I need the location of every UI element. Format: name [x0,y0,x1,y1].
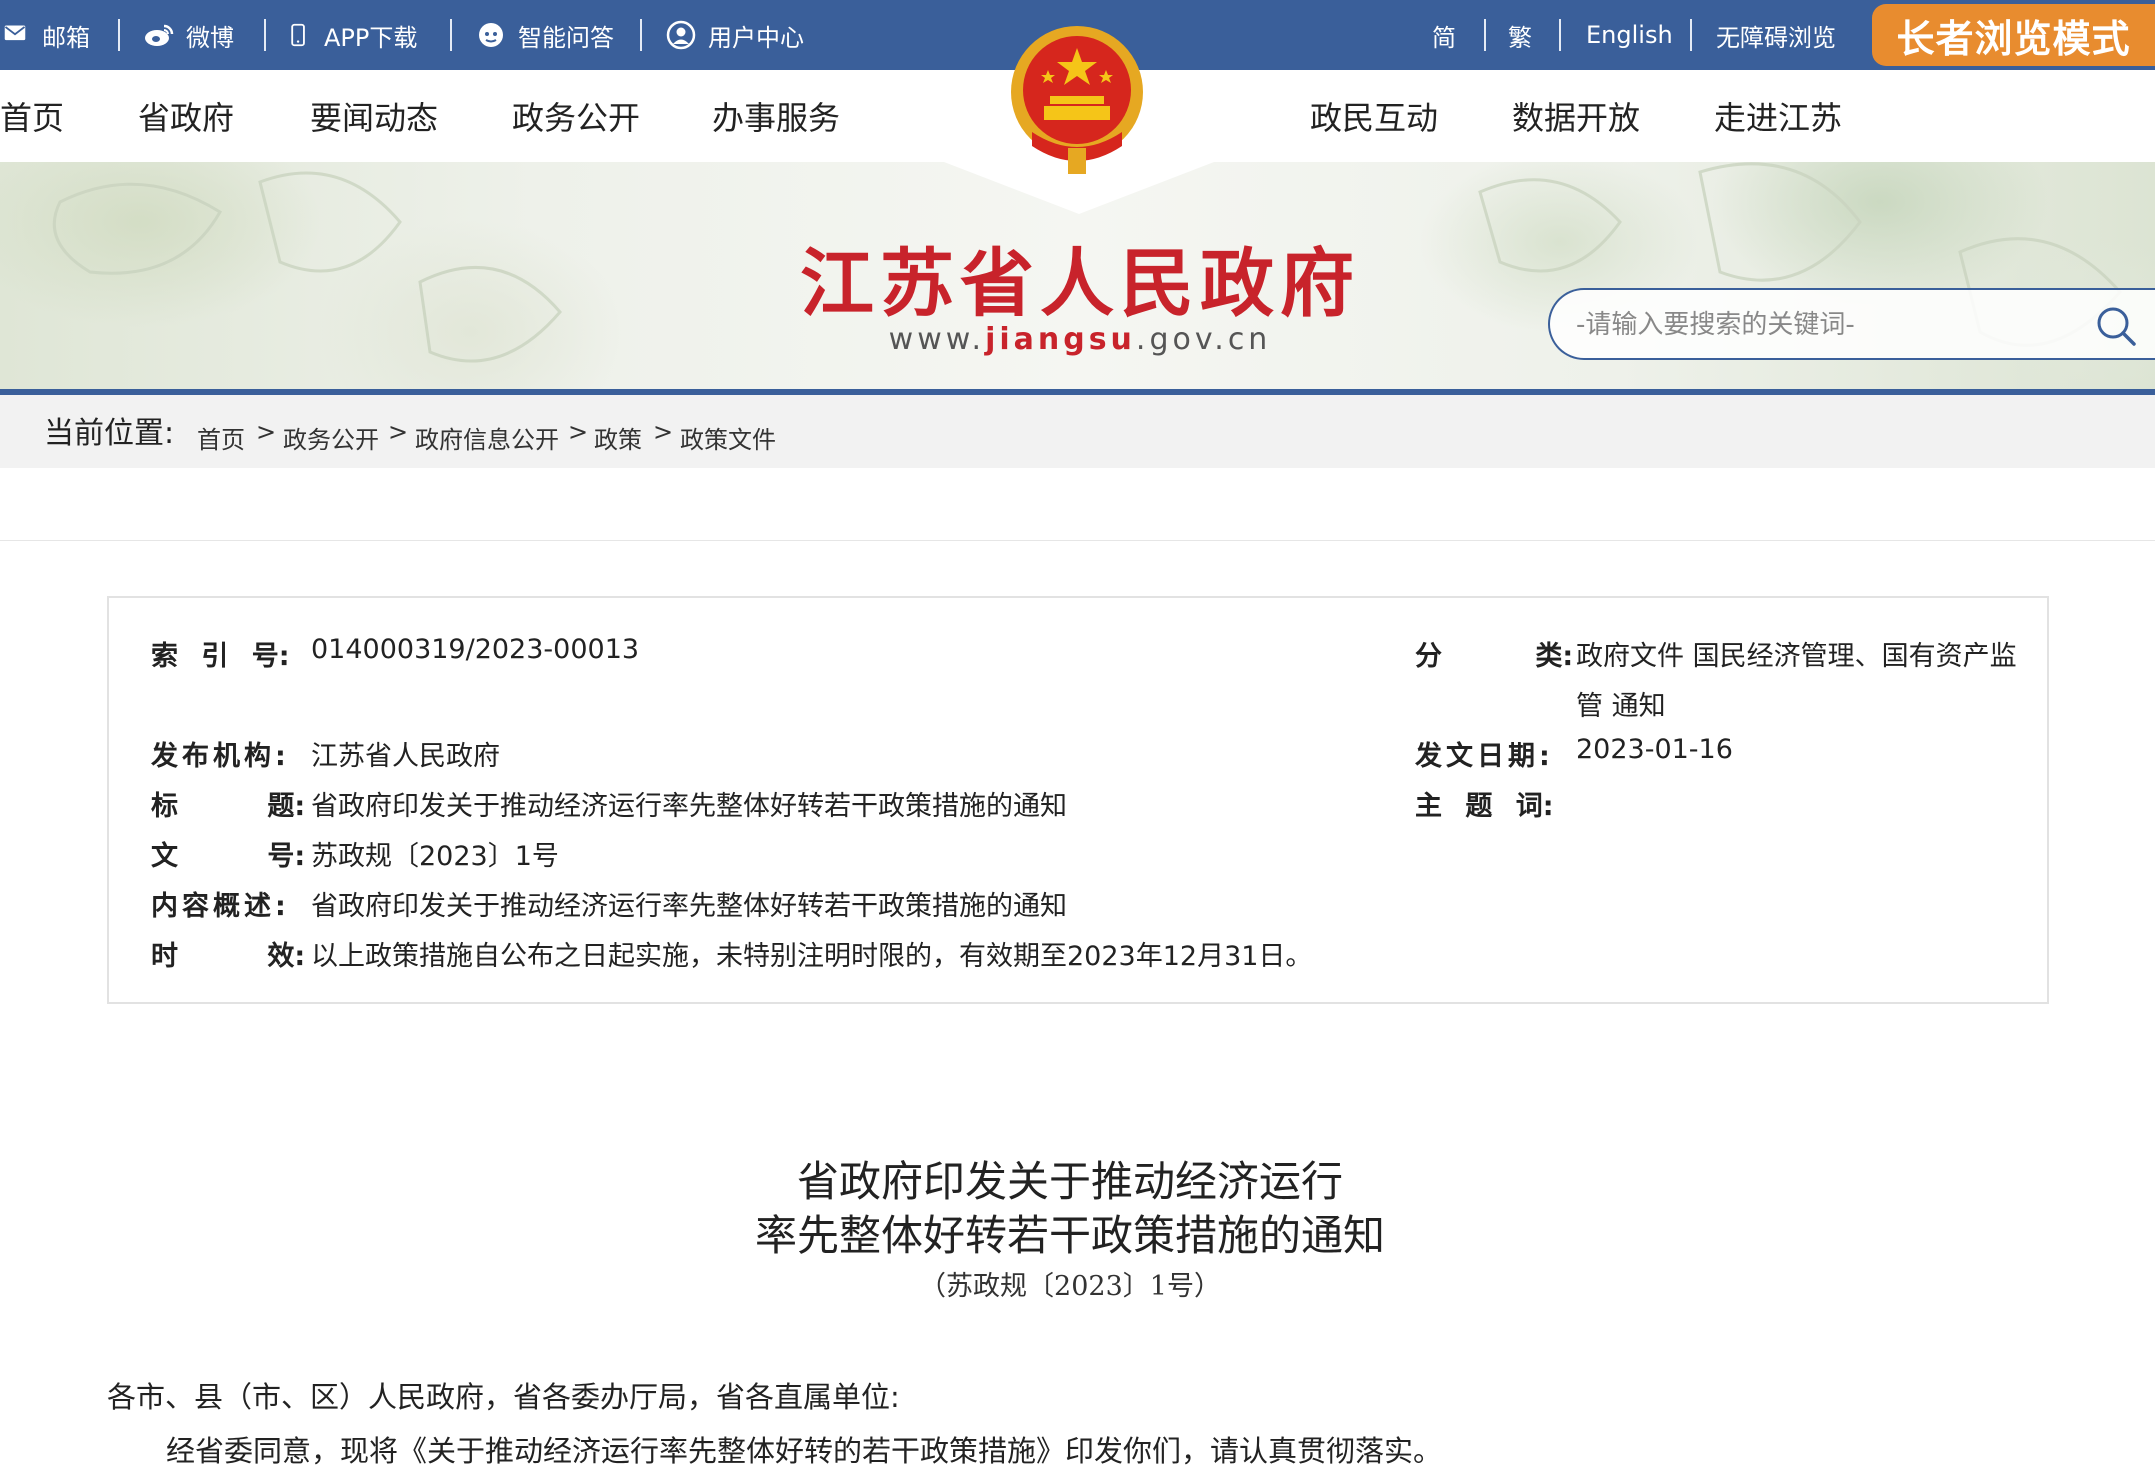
summary-label: 内容概述: [151,891,290,922]
nav-open-data[interactable]: 数据开放 [1512,70,1640,162]
title-label: 标 题: [151,791,306,822]
english-link[interactable]: English [1586,0,1673,70]
divider [640,19,642,51]
document-number: （苏政规〔2023〕1号） [919,1271,1221,1302]
accessible-browsing-link[interactable]: 无障碍浏览 [1716,0,1836,70]
category-value-line2: 管 通知 [1576,691,1666,722]
breadcrumb-separator: > [653,418,674,446]
elder-mode-button[interactable]: 长者浏览模式 [1872,4,2155,66]
subject-words-label: 主 题 词: [1415,791,1554,822]
smart-qa-link[interactable]: 智能问答 [476,0,614,70]
nav-about-jiangsu[interactable]: 走进江苏 [1714,70,1842,162]
divider [264,19,266,51]
breadcrumb-government-affairs[interactable]: 政务公开 [283,420,379,455]
issue-date-label: 发文日期: [1415,741,1554,772]
divider [1690,19,1692,51]
breadcrumb-separator: > [256,418,277,446]
traditional-chinese-link[interactable]: 繁 [1508,0,1532,70]
weibo-link[interactable]: 微博 [144,0,234,70]
url-prefix: www. [888,322,986,357]
divider [118,19,120,51]
national-emblem-icon [1011,26,1143,174]
site-title: 江苏省人民政府 [800,241,1360,327]
search-box [1548,288,2155,360]
breadcrumb-separator: > [388,418,409,446]
breadcrumb-separator: > [568,418,589,446]
body-paragraph: 经省委同意，现将《关于推动经济运行率先整体好转的若干政策措施》印发你们，请认真贯… [166,1434,1443,1468]
document-title-line2: 率先整体好转若干政策措施的通知 [754,1211,1385,1260]
user-center-label: 用户中心 [708,23,804,52]
accessible-label: 无障碍浏览 [1716,23,1836,52]
mail-label: 邮箱 [42,23,90,52]
chat-bot-icon [479,23,503,47]
nav-government-affairs[interactable]: 政务公开 [512,70,640,162]
url-suffix: .gov.cn [1135,322,1272,357]
validity-value: 以上政策措施自公布之日起实施，未特别注明时限的，有效期至2023年12月31日。 [311,941,1313,972]
mail-link[interactable]: 邮箱 [0,0,90,70]
phone-icon [291,23,305,47]
simplified-chinese-link[interactable]: 简 [1432,0,1456,70]
document-number-value: 苏政规〔2023〕1号 [311,841,559,872]
breadcrumb-policy-documents[interactable]: 政策文件 [680,420,776,455]
app-download-label: APP下载 [324,23,418,52]
nav-provincial-government[interactable]: 省政府 [138,70,234,162]
breadcrumb-policy[interactable]: 政策 [594,420,642,455]
category-value-line1: 政府文件 国民经济管理、国有资产监 [1576,641,2017,672]
divider [0,540,2155,541]
divider [450,19,452,51]
publisher-label: 发布机构: [151,741,290,772]
document-title-line1: 省政府印发关于推动经济运行 [796,1157,1343,1206]
breadcrumb-info-disclosure[interactable]: 政府信息公开 [415,420,559,455]
salutation: 各市、县（市、区）人民政府，省各委办厅局，省各直属单位: [107,1380,900,1414]
search-input[interactable] [1574,302,2058,348]
user-icon [666,20,696,50]
mail-icon [4,25,26,41]
smart-qa-label: 智能问答 [518,23,614,52]
site-url: www.jiangsu.gov.cn [790,322,1370,357]
breadcrumb-label: 当前位置: [44,416,175,451]
user-center-link[interactable]: 用户中心 [666,0,804,70]
category-label: 分 类: [1415,641,1574,672]
english-label: English [1586,21,1673,49]
nav-home[interactable]: 首页 [0,70,64,162]
nav-services[interactable]: 办事服务 [712,70,840,162]
weibo-label: 微博 [186,23,234,52]
url-highlight: jiangsu [985,322,1136,357]
simplified-label: 简 [1432,23,1456,52]
title-value: 省政府印发关于推动经济运行率先整体好转若干政策措施的通知 [311,791,1067,822]
nav-interaction[interactable]: 政民互动 [1310,70,1438,162]
nav-news[interactable]: 要闻动态 [310,70,438,162]
divider [1559,19,1561,51]
breadcrumb-home[interactable]: 首页 [197,420,245,455]
weibo-icon [145,24,174,46]
app-download-link[interactable]: APP下载 [290,0,417,70]
index-number-label: 索 引 号: [151,641,290,672]
index-number-value: 014000319/2023-00013 [311,634,640,665]
summary-value: 省政府印发关于推动经济运行率先整体好转若干政策措施的通知 [311,891,1067,922]
validity-label: 时 效: [151,941,306,972]
traditional-label: 繁 [1508,23,1532,52]
divider [1484,19,1486,51]
search-icon[interactable] [2094,304,2138,348]
document-number-label: 文 号: [151,841,306,872]
issue-date-value: 2023-01-16 [1576,734,1733,765]
publisher-value: 江苏省人民政府 [311,741,500,772]
